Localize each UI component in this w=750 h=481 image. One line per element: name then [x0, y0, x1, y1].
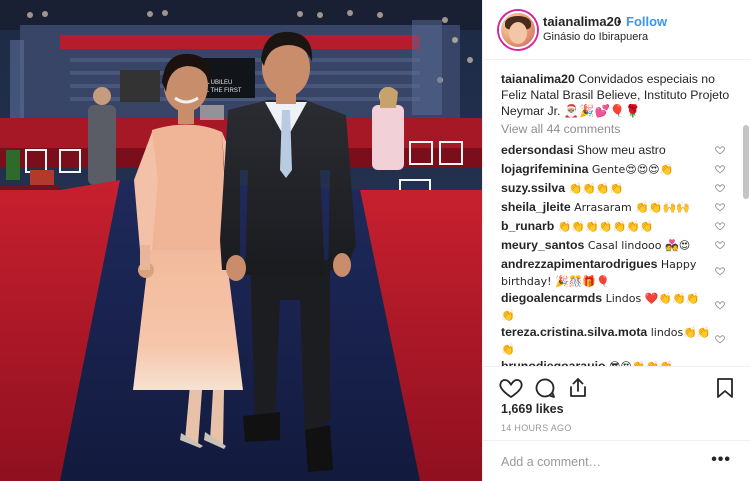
author-username[interactable]: taianalima20 [543, 14, 621, 29]
photo-illustration: JUBILEU ALL THE FIRST [0, 0, 482, 481]
comments-section: taianalima20 Convidados especiais no Fel… [483, 61, 750, 366]
post-location[interactable]: Ginásio do Ibirapuera [543, 31, 648, 43]
heart-icon[interactable] [499, 376, 523, 400]
add-comment-input[interactable] [501, 453, 701, 471]
comment-item: diegoalencarmds Lindos ❤️👏👏👏👏 [501, 290, 713, 324]
comment-username[interactable]: suzy.ssilva [501, 181, 565, 195]
header-separator-dot: • [617, 14, 622, 29]
comment-item: sheila_jleite Arrasaram 👏👏🙌🙌 [501, 199, 713, 216]
svg-text:JUBILEU: JUBILEU [208, 80, 233, 86]
comment-like-heart-icon[interactable] [715, 202, 725, 212]
caption-username[interactable]: taianalima20 [501, 72, 575, 86]
comment-item: meury_santos Casal lindooo 💑😍 [501, 237, 713, 254]
comment-username[interactable]: brunodiegoaraujo [501, 359, 606, 366]
comment-like-heart-icon[interactable] [715, 300, 725, 310]
comment-text: Show meu astro [576, 143, 666, 157]
comment-like-heart-icon[interactable] [715, 334, 725, 344]
post-photo[interactable]: JUBILEU ALL THE FIRST [0, 0, 482, 481]
comment-item: andrezzapimentarodrigues Happy birthday!… [501, 256, 713, 290]
comments-scrollbar[interactable] [743, 125, 749, 199]
share-icon[interactable] [566, 376, 590, 400]
comment-text: Arrasaram 👏👏🙌🙌 [574, 201, 691, 214]
post-caption: taianalima20 Convidados especiais no Fel… [501, 71, 731, 119]
follow-button[interactable]: Follow [626, 14, 667, 29]
post-side-panel: taianalima20 • Follow Ginásio do Ibirapu… [482, 0, 750, 481]
comment-item: suzy.ssilva 👏👏👏👏 [501, 180, 713, 197]
comment-like-heart-icon[interactable] [715, 221, 725, 231]
post-header: taianalima20 • Follow Ginásio do Ibirapu… [483, 0, 750, 60]
comment-like-heart-icon[interactable] [715, 266, 725, 276]
comment-like-heart-icon[interactable] [715, 240, 725, 250]
comment-username[interactable]: lojagrifeminina [501, 162, 588, 176]
comment-item: b_runarb 👏👏👏👏👏👏👏 [501, 218, 713, 235]
comment-username[interactable]: sheila_jleite [501, 200, 571, 214]
bookmark-icon[interactable] [713, 376, 737, 400]
comment-like-heart-icon[interactable] [715, 145, 725, 155]
comment-item: lojagrifeminina Gente😍😍😍👏 [501, 161, 713, 178]
comment-item: tereza.cristina.silva.mota lindos👏👏👏 [501, 324, 713, 358]
comment-text: 👏👏👏👏 [568, 182, 624, 195]
likes-count[interactable]: 1,669 likes [501, 402, 564, 416]
post-timestamp[interactable]: 14 HOURS AGO [501, 423, 572, 433]
avatar-face [509, 22, 527, 44]
view-all-comments-link[interactable]: View all 44 comments [501, 122, 620, 136]
comment-username[interactable]: b_runarb [501, 219, 554, 233]
comment-like-heart-icon[interactable] [715, 183, 725, 193]
more-options-icon[interactable]: ••• [711, 451, 731, 469]
comment-item: edersondasi Show meu astro [501, 142, 713, 158]
author-avatar[interactable] [499, 11, 537, 49]
comment-username[interactable]: tereza.cristina.silva.mota [501, 325, 647, 339]
comment-username[interactable]: meury_santos [501, 238, 584, 252]
comment-icon[interactable] [533, 376, 557, 400]
comment-text: 👏👏👏👏👏👏👏 [557, 220, 654, 233]
comment-text: Gente😍😍😍👏 [591, 163, 674, 176]
comment-like-heart-icon[interactable] [715, 164, 725, 174]
comment-item: brunodiegoaraujo 😎😍👏👏👏 [501, 358, 713, 366]
comment-username[interactable]: andrezzapimentarodrigues [501, 257, 657, 271]
comment-username[interactable]: diegoalencarmds [501, 291, 602, 305]
comment-username[interactable]: edersondasi [501, 143, 573, 157]
post-actions: 1,669 likes 14 HOURS AGO [483, 366, 750, 438]
comment-text: Casal lindooo 💑😍 [587, 239, 691, 252]
add-comment-bar: ••• [483, 440, 750, 481]
